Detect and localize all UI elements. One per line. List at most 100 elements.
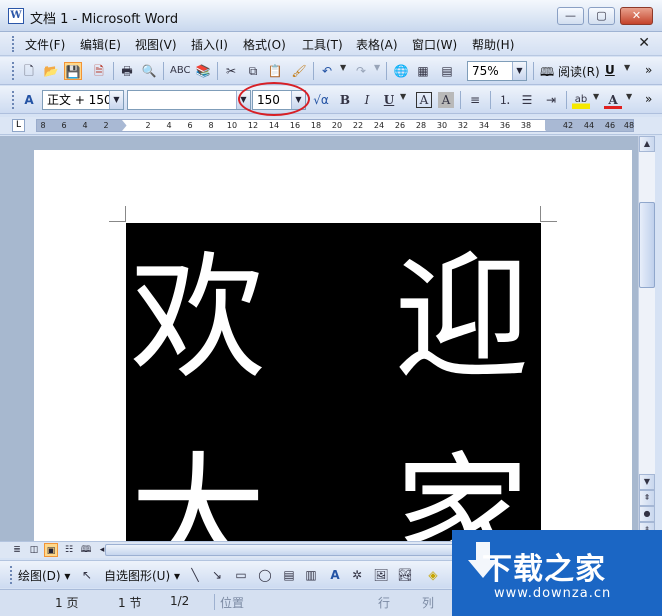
toolbar-overflow-icon[interactable]: » [645, 63, 652, 77]
menu-file[interactable]: 文件(F) [25, 36, 65, 53]
ruler-strip[interactable]: 8 6 4 2 2 4 6 8 10 12 14 16 18 20 22 24 … [36, 119, 634, 132]
font-combo[interactable]: ▼ [127, 90, 251, 110]
insert-table-icon[interactable]: ▤ [438, 62, 456, 80]
autoshapes-menu-button[interactable]: 自选图形(U) ▾ [104, 567, 180, 584]
vertical-text-box-icon[interactable]: ▥ [302, 566, 320, 584]
minimize-button[interactable]: — [557, 7, 584, 25]
cut-icon[interactable]: ✂ [222, 62, 240, 80]
close-button[interactable]: ✕ [620, 7, 653, 25]
character-shading-button[interactable]: A [438, 92, 454, 108]
normal-view-icon[interactable]: ≣ [10, 543, 24, 557]
clip-art-icon[interactable]: 🖼 [372, 566, 390, 584]
oval-icon[interactable]: ◯ [256, 566, 274, 584]
draw-menu-button[interactable]: 绘图(D) ▾ [18, 567, 70, 584]
spelling-icon[interactable]: ABC [170, 62, 191, 80]
format-painter-icon[interactable]: 🖌 [290, 62, 308, 80]
print-layout-icon[interactable]: ▣ [44, 543, 58, 557]
arrow-icon[interactable]: ↘ [208, 566, 226, 584]
hyperlink-icon[interactable]: 🌐 [392, 62, 410, 80]
copy-icon[interactable]: ⧉ [244, 62, 262, 80]
ruler-number: 6 [61, 121, 67, 130]
menu-help[interactable]: 帮助(H) [472, 36, 514, 53]
redo-dropdown-icon[interactable]: ▼ [374, 63, 380, 72]
line-icon[interactable]: ╲ [186, 566, 204, 584]
new-document-icon[interactable]: 🗋 [20, 62, 38, 80]
ruler-number: 46 [604, 121, 616, 130]
close-document-icon[interactable]: ✕ [638, 35, 650, 51]
scroll-up-icon[interactable]: ▲ [639, 136, 655, 152]
menu-window[interactable]: 窗口(W) [412, 36, 457, 53]
font-color-button[interactable]: A [604, 91, 622, 109]
options-dropdown-icon[interactable]: ▼ [624, 63, 630, 72]
toolbar-grip[interactable] [12, 62, 16, 80]
underline-button[interactable]: U [380, 91, 398, 109]
redo-icon[interactable]: ↷ [352, 62, 370, 80]
menu-grip[interactable] [12, 36, 16, 52]
select-browse-object-icon[interactable]: ● [639, 506, 655, 522]
highlight-dropdown-icon[interactable]: ▼ [593, 92, 599, 101]
formatting-toolbar: A 正文 + 150 ▼ ▼ 150 ▼ √α B I U ▼ A A ≡ ⒈ … [0, 86, 662, 114]
menu-view[interactable]: 视图(V) [135, 36, 177, 53]
tab-selector[interactable]: L [12, 119, 25, 132]
paste-icon[interactable]: 📋 [266, 62, 284, 80]
hanging-indent-marker[interactable] [122, 125, 132, 131]
diagram-icon[interactable]: ✲ [348, 566, 366, 584]
print-preview-icon[interactable]: 🔍 [140, 62, 158, 80]
print-icon[interactable]: 🖶 [118, 62, 136, 80]
menu-table[interactable]: 表格(A) [356, 36, 398, 53]
highlight-icon[interactable]: ab [572, 91, 590, 109]
web-layout-icon[interactable]: ◫ [27, 543, 41, 557]
toolbar-grip[interactable] [10, 566, 14, 584]
underline-dropdown-icon[interactable]: ▼ [400, 92, 406, 101]
text-box-icon[interactable]: ▤ [280, 566, 298, 584]
word-app-icon[interactable]: W [8, 8, 24, 24]
document-area[interactable]: 欢 迎 大 家 [0, 136, 638, 541]
menu-format[interactable]: 格式(O) [243, 36, 286, 53]
menu-insert[interactable]: 插入(I) [191, 36, 228, 53]
vertical-scrollbar[interactable]: ▲ ▼ ⇞ ● ⇟ [638, 136, 655, 541]
bold-button[interactable]: B [336, 91, 354, 109]
align-center-icon[interactable]: ≡ [466, 91, 484, 109]
open-folder-icon[interactable]: 📂 [42, 62, 60, 80]
previous-page-icon[interactable]: ⇞ [639, 490, 655, 506]
underline-shortcut-button[interactable]: U [605, 63, 615, 77]
picture-icon[interactable]: 🏞 [396, 566, 414, 584]
maximize-button[interactable]: ▢ [588, 7, 615, 25]
italic-button[interactable]: I [358, 91, 376, 109]
undo-icon[interactable]: ↶ [318, 62, 336, 80]
character-border-button[interactable]: A [416, 92, 432, 108]
save-icon[interactable]: 💾 [64, 62, 82, 80]
permission-icon[interactable]: 🗎 [90, 62, 108, 80]
research-icon[interactable]: 📚 [194, 62, 212, 80]
fill-color-icon[interactable]: ◈ [424, 566, 442, 584]
menu-tools[interactable]: 工具(T) [302, 36, 343, 53]
numbering-icon[interactable]: ⒈ [496, 91, 514, 109]
right-indent-marker[interactable] [536, 125, 546, 131]
select-objects-icon[interactable]: ↖ [78, 566, 96, 584]
style-combo[interactable]: 正文 + 150 ▼ [42, 90, 124, 110]
zoom-dropdown-icon[interactable]: ▼ [512, 62, 526, 80]
tables-borders-icon[interactable]: ▦ [414, 62, 432, 80]
outline-view-icon[interactable]: ☷ [62, 543, 76, 557]
toolbar-grip[interactable] [12, 91, 16, 109]
bullets-icon[interactable]: ☰ [518, 91, 536, 109]
increase-indent-icon[interactable]: ⇥ [542, 91, 560, 109]
styles-formatting-icon[interactable]: A [20, 91, 38, 109]
menu-bar: 文件(F) 编辑(E) 视图(V) 插入(I) 格式(O) 工具(T) 表格(A… [0, 32, 662, 56]
toolbar-overflow-icon[interactable]: » [645, 92, 652, 106]
read-mode-button[interactable]: 🕮 阅读(R) [540, 63, 600, 84]
reading-layout-icon[interactable]: 🕮 [79, 543, 93, 557]
style-dropdown-icon[interactable]: ▼ [109, 91, 123, 109]
rectangle-icon[interactable]: ▭ [232, 566, 250, 584]
scroll-down-icon[interactable]: ▼ [639, 474, 655, 490]
shaded-text-block[interactable]: 欢 迎 大 家 [126, 223, 541, 541]
undo-dropdown-icon[interactable]: ▼ [340, 63, 346, 72]
font-color-dropdown-icon[interactable]: ▼ [626, 92, 632, 101]
menu-edit[interactable]: 编辑(E) [80, 36, 121, 53]
document-page[interactable]: 欢 迎 大 家 [34, 150, 632, 541]
vertical-scroll-thumb[interactable] [639, 202, 655, 288]
horizontal-ruler[interactable]: L 8 6 4 2 2 4 6 8 10 12 14 16 18 20 22 2… [0, 117, 662, 135]
zoom-combo[interactable]: 75% ▼ [467, 61, 527, 81]
wordart-icon[interactable]: A [326, 566, 344, 584]
equation-icon[interactable]: √α [312, 91, 330, 109]
